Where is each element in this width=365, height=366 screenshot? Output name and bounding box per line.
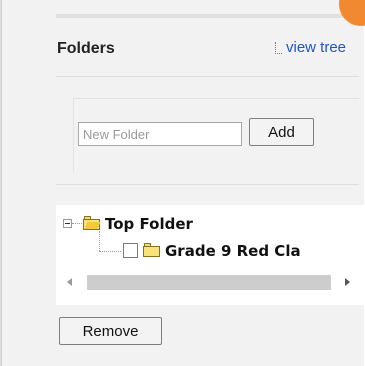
- panel-border: [1, 0, 2, 366]
- scroll-right-arrow-icon[interactable]: [345, 278, 350, 286]
- folders-panel: Folders view tree Add Top Folder Grade 9…: [0, 0, 365, 366]
- tree-connector: [99, 231, 100, 251]
- scroll-left-arrow-icon[interactable]: [67, 278, 72, 286]
- top-divider: [56, 14, 359, 18]
- folder-checkbox[interactable]: [123, 243, 138, 258]
- tree-connector: [99, 251, 121, 252]
- divider: [56, 184, 359, 185]
- folder-icon: [143, 243, 160, 257]
- new-folder-input[interactable]: [78, 122, 242, 146]
- tree-item-grade-9-red[interactable]: Grade 9 Red Cla: [165, 242, 301, 260]
- folders-title: Folders: [57, 40, 115, 57]
- remove-button[interactable]: Remove: [59, 317, 162, 345]
- tree-item-top-folder[interactable]: Top Folder: [105, 215, 193, 233]
- divider: [56, 76, 359, 77]
- open-folder-icon: [83, 216, 100, 230]
- collapse-minus-icon[interactable]: [63, 219, 72, 228]
- view-tree-label[interactable]: view tree: [286, 39, 346, 56]
- tree-icon: [273, 41, 283, 55]
- corner-decoration: [339, 0, 365, 26]
- scrollbar-thumb[interactable]: [87, 275, 331, 290]
- horizontal-scrollbar[interactable]: [63, 274, 359, 291]
- tree-connector: [72, 223, 82, 224]
- add-button[interactable]: Add: [249, 118, 314, 146]
- view-tree-link[interactable]: view tree: [273, 39, 346, 56]
